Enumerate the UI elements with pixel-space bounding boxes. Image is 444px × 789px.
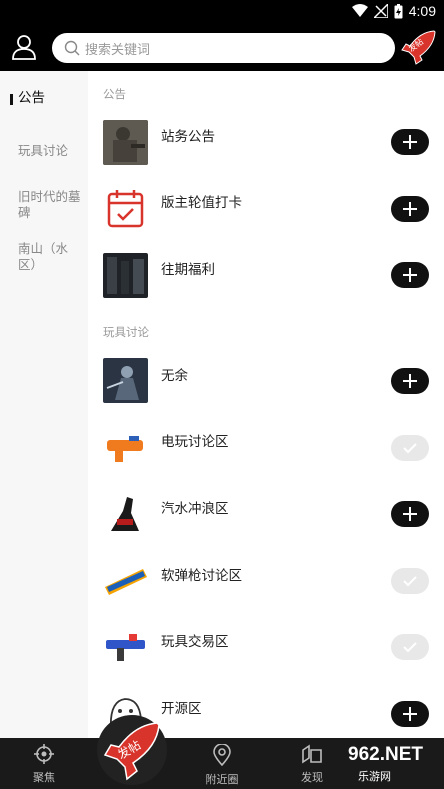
calendar-check-icon: [103, 186, 148, 231]
followed-button[interactable]: [391, 568, 429, 594]
section-title-announcements: 公告: [103, 87, 126, 101]
tab-nearby[interactable]: 附近圈: [192, 743, 252, 787]
search-bar[interactable]: 搜索关键词: [52, 33, 395, 63]
tab-nearby-label: 附近圈: [205, 773, 239, 786]
forum-label-past-benefits[interactable]: 往期福利: [161, 258, 215, 278]
sidebar-item-nanshan-water[interactable]: 南山（水区）: [18, 241, 82, 273]
armored-figure-photo-thumb: [103, 358, 148, 403]
status-time: 4:09: [408, 3, 436, 19]
plus-icon: [403, 507, 417, 521]
plus-icon: [403, 707, 417, 721]
profile-icon[interactable]: [12, 34, 36, 60]
follow-button[interactable]: [391, 501, 429, 527]
forum-label-wuyu[interactable]: 无余: [161, 364, 188, 384]
cola-bottle-photo-thumb: [103, 491, 148, 536]
check-icon: [403, 443, 417, 454]
app-header: 搜索关键词 发帖: [0, 25, 444, 71]
search-icon: [64, 40, 80, 56]
forum-label-video-games[interactable]: 电玩讨论区: [161, 430, 229, 450]
forum-label-soda-surf[interactable]: 汽水冲浪区: [161, 497, 229, 517]
crosshair-icon: [34, 744, 54, 764]
forum-label-open-source[interactable]: 开源区: [161, 697, 202, 717]
follow-button[interactable]: [391, 701, 429, 727]
status-icons: 4:09: [351, 3, 436, 19]
plus-icon: [403, 268, 417, 282]
nerf-logo: [103, 557, 148, 602]
orange-blaster-photo-thumb: [103, 424, 148, 469]
site-watermark: 962.NET 乐游网: [318, 744, 440, 784]
tab-focus-label: 聚焦: [33, 771, 55, 784]
plus-icon: [403, 202, 417, 216]
section-title-toy-discussion: 玩具讨论: [103, 325, 149, 339]
search-placeholder: 搜索关键词: [85, 43, 151, 58]
soldier-photo-thumb: [103, 120, 148, 165]
watermark-line2: 乐游网: [358, 770, 391, 783]
sidebar-item-toy-discussion[interactable]: 玩具讨论: [18, 143, 82, 159]
followed-button[interactable]: [391, 634, 429, 660]
follow-button[interactable]: [391, 262, 429, 288]
forum-label-soft-dart[interactable]: 软弹枪讨论区: [161, 564, 242, 584]
watermark-line1: 962.NET: [348, 744, 423, 765]
status-bar: 4:09: [0, 0, 444, 25]
forum-label-toy-trading[interactable]: 玩具交易区: [161, 630, 229, 650]
tab-focus[interactable]: 聚焦: [14, 744, 74, 785]
post-rocket-button[interactable]: 发帖: [400, 28, 438, 66]
blue-blaster-photo-thumb: [103, 624, 148, 669]
dark-room-photo-thumb: [103, 253, 148, 298]
followed-button[interactable]: [391, 435, 429, 461]
location-pin-icon: [213, 743, 231, 767]
active-indicator: [10, 94, 13, 105]
plus-icon: [403, 374, 417, 388]
check-icon: [403, 642, 417, 653]
forum-label-site-notice[interactable]: 站务公告: [161, 125, 215, 145]
category-sidebar: [0, 71, 88, 738]
plus-icon: [403, 135, 417, 149]
sidebar-item-old-era-tombstone[interactable]: 旧时代的墓碑: [18, 189, 82, 221]
check-icon: [403, 576, 417, 587]
follow-button[interactable]: [391, 368, 429, 394]
sidebar-item-announcements[interactable]: 公告: [18, 90, 82, 106]
wifi-icon: [351, 4, 368, 17]
battery-icon: [394, 3, 403, 18]
forum-label-moderator-checkin[interactable]: 版主轮值打卡: [161, 191, 242, 211]
follow-button[interactable]: [391, 196, 429, 222]
no-signal-icon: [373, 4, 388, 18]
follow-button[interactable]: [391, 129, 429, 155]
post-fab-button[interactable]: 发帖: [97, 715, 167, 785]
